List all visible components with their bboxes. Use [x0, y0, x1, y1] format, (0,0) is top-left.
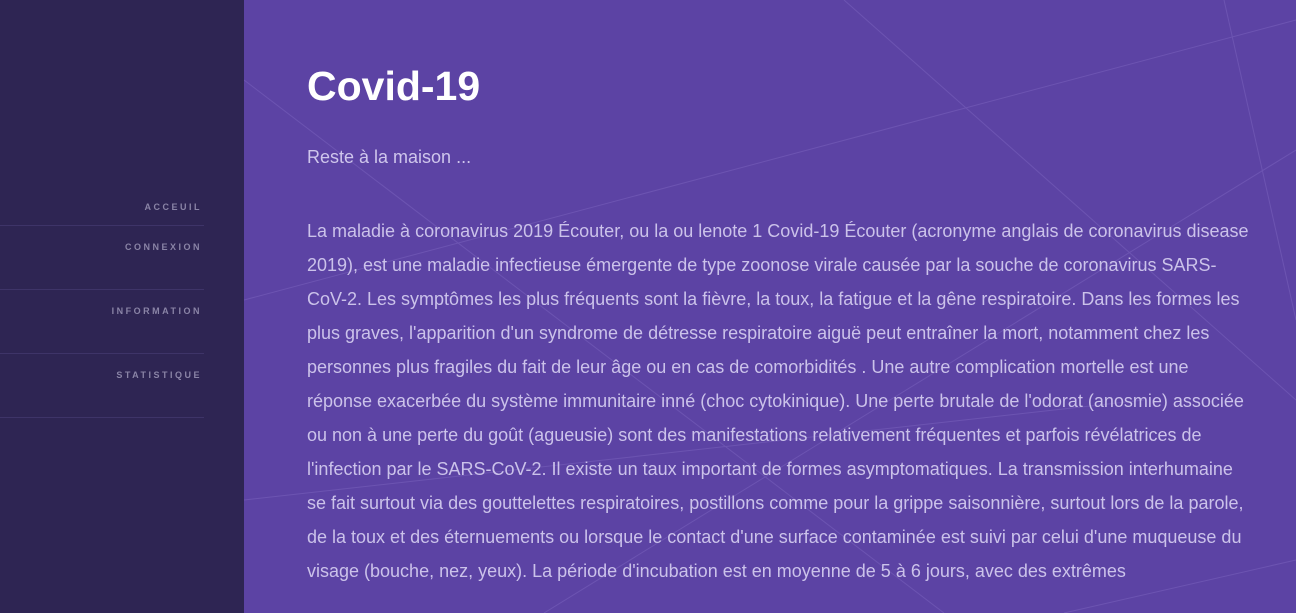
- nav-item-connexion[interactable]: CONNEXION: [0, 226, 204, 290]
- nav-item-label: INFORMATION: [111, 306, 202, 316]
- main-content: Covid-19 Reste à la maison ... La maladi…: [307, 62, 1257, 581]
- nav-item-label: STATISTIQUE: [116, 370, 202, 380]
- nav-item-label: ACCEUIL: [144, 202, 202, 212]
- nav-item-information[interactable]: INFORMATION: [0, 290, 204, 354]
- page-subtitle: Reste à la maison ...: [307, 147, 472, 167]
- nav-item-statistique[interactable]: STATISTIQUE: [0, 354, 204, 418]
- page-title: Covid-19: [307, 63, 481, 109]
- nav-item-label: CONNEXION: [124, 242, 202, 252]
- nav-item-acceuil[interactable]: ACCEUIL: [0, 186, 204, 226]
- sidebar: ACCEUIL CONNEXION INFORMATION STATISTIQU…: [0, 0, 244, 613]
- sidebar-nav: ACCEUIL CONNEXION INFORMATION STATISTIQU…: [0, 186, 204, 418]
- article-text: La maladie à coronavirus 2019 Écouter, o…: [307, 221, 1249, 581]
